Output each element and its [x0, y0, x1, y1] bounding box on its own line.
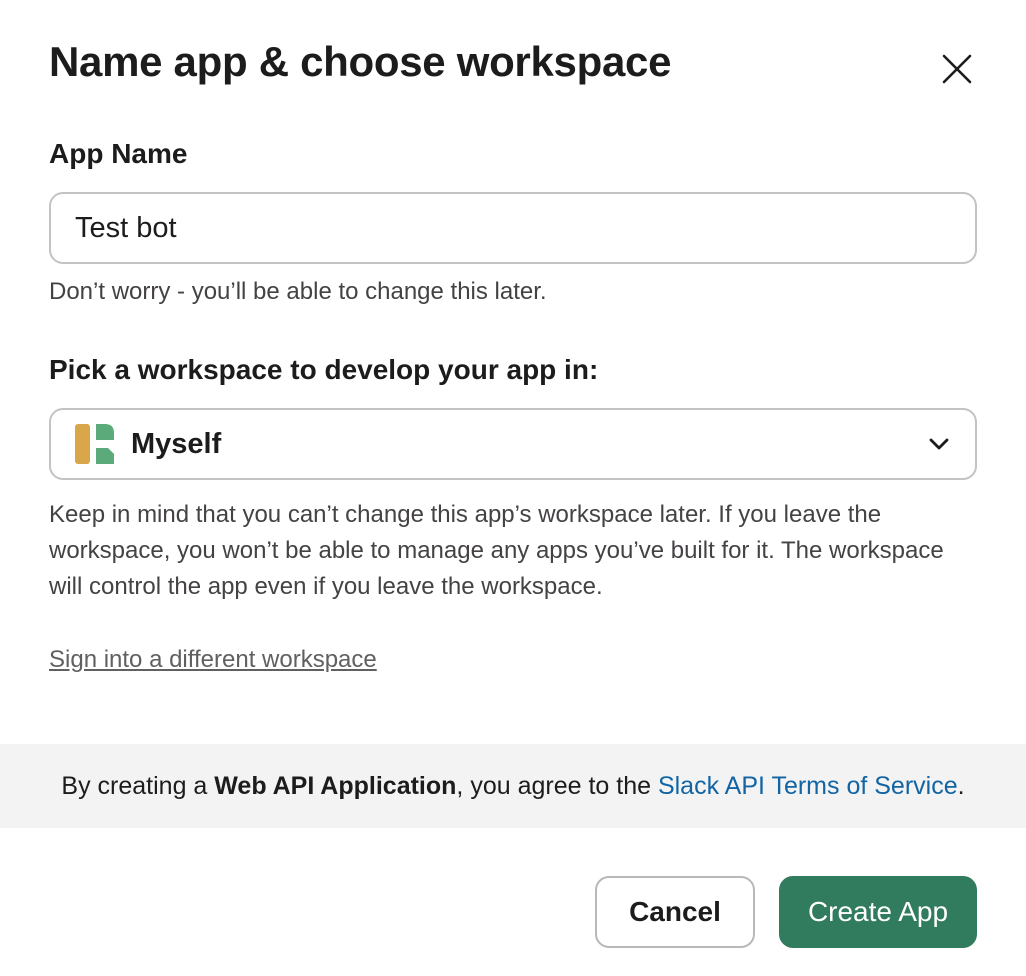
- close-button[interactable]: [932, 44, 982, 94]
- close-icon: [942, 54, 972, 84]
- workspace-select[interactable]: Myself: [49, 408, 977, 480]
- app-name-label: App Name: [49, 138, 188, 169]
- terms-suffix: .: [957, 771, 965, 800]
- app-name-field[interactable]: [49, 192, 977, 264]
- app-name-input[interactable]: [75, 211, 951, 245]
- create-app-button[interactable]: Create App: [779, 876, 977, 948]
- dialog-title: Name app & choose workspace: [49, 38, 672, 85]
- terms-of-service-link[interactable]: Slack API Terms of Service: [658, 772, 958, 800]
- workspace-selected-value: Myself: [131, 427, 222, 460]
- workspace-logo-icon: [75, 424, 117, 464]
- terms-app-type: Web API Application: [214, 771, 457, 800]
- workspace-hint: Keep in mind that you can’t change this …: [49, 501, 944, 600]
- terms-middle: , you agree to the: [456, 771, 658, 800]
- terms-bar: By creating a Web API Application, you a…: [0, 744, 1026, 828]
- app-name-hint: Don’t worry - you’ll be able to change t…: [49, 278, 547, 305]
- cancel-button[interactable]: Cancel: [595, 876, 755, 948]
- create-app-dialog: Name app & choose workspace App Name Don…: [0, 0, 1026, 976]
- terms-prefix: By creating a: [61, 771, 215, 800]
- workspace-label: Pick a workspace to develop your app in:: [49, 354, 599, 385]
- chevron-down-icon: [927, 432, 951, 456]
- sign-into-different-workspace-link[interactable]: Sign into a different workspace: [49, 646, 377, 674]
